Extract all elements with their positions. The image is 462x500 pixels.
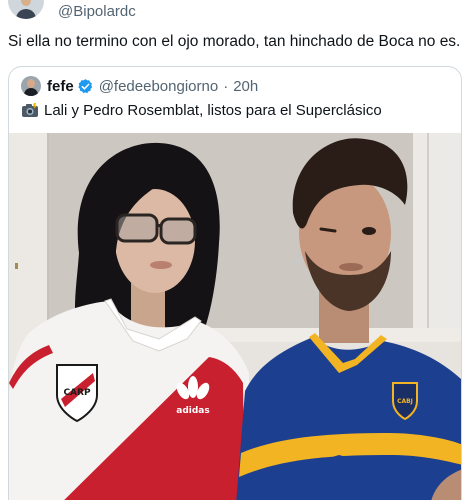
quoted-author-handle[interactable]: @fedeebongiorno — [99, 78, 219, 95]
photo-illustration: CARP adidas CABJ — [9, 133, 461, 500]
tweet-photo[interactable]: CARP adidas CABJ — [9, 133, 461, 500]
carp-crest-text: CARP — [63, 388, 91, 398]
quoted-tweet-text: Lali y Pedro Rosemblat, listos para el S… — [44, 101, 382, 119]
author-row: @Bipolardc — [8, 0, 136, 20]
quoted-tweet-card[interactable]: fefe @fedeebongiorno · 20h Lali y Pedro … — [8, 66, 462, 500]
quoted-tweet-header: fefe @fedeebongiorno · 20h — [21, 76, 258, 96]
quoted-author-name[interactable]: fefe — [47, 78, 74, 95]
verified-badge-icon — [78, 78, 92, 93]
quoted-author-avatar[interactable] — [21, 76, 41, 96]
cabj-crest-text: CABJ — [397, 398, 413, 405]
quoted-tweet-text-row: Lali y Pedro Rosemblat, listos para el S… — [21, 100, 382, 120]
adidas-text: adidas — [176, 406, 209, 416]
camera-with-flash-icon — [22, 103, 38, 117]
author-handle[interactable]: @Bipolardc — [58, 3, 136, 20]
quoted-tweet-time[interactable]: 20h — [233, 78, 258, 95]
tweet-text: Si ella no termino con el ojo morado, ta… — [8, 33, 461, 50]
dot-separator: · — [223, 77, 229, 95]
author-avatar[interactable] — [8, 0, 44, 19]
